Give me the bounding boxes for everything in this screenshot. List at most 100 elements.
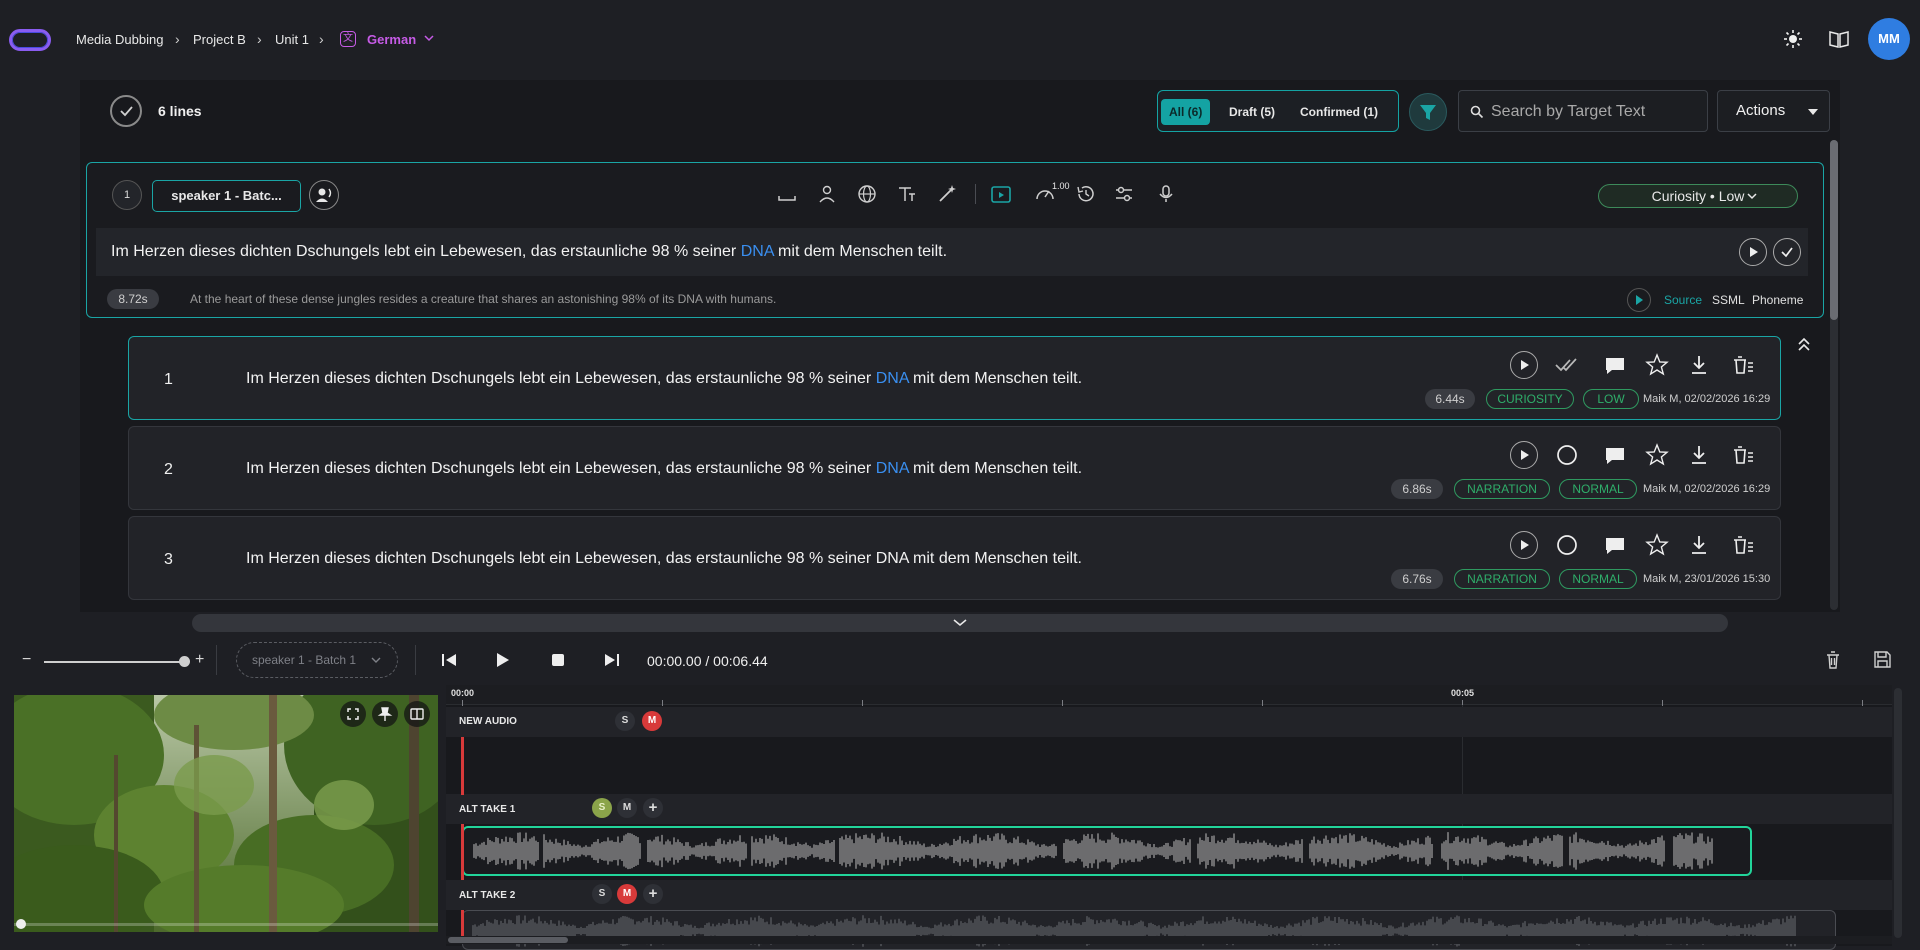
- select-all-checkbox[interactable]: [110, 95, 142, 127]
- book-icon[interactable]: [1829, 30, 1849, 48]
- double-check-icon[interactable]: [1553, 351, 1581, 379]
- track-speaker-select[interactable]: speaker 1 - Batch 1: [236, 642, 398, 678]
- voice-settings-button[interactable]: [309, 180, 339, 210]
- speaker-swap-icon[interactable]: [816, 183, 838, 205]
- play-icon[interactable]: [496, 652, 510, 668]
- stop-icon[interactable]: [551, 653, 565, 667]
- take-play-button[interactable]: [1510, 441, 1538, 469]
- chevron-down-icon: [371, 657, 381, 663]
- lines-scrollbar[interactable]: [1830, 140, 1838, 610]
- emotion-tag: NARRATION: [1454, 569, 1550, 589]
- trash-icon[interactable]: [1825, 651, 1841, 669]
- mode-tab-phoneme[interactable]: Phoneme: [1752, 293, 1803, 307]
- user-avatar[interactable]: MM: [1868, 18, 1910, 60]
- filter-all-tab[interactable]: All (6): [1161, 99, 1211, 125]
- chevron-down-icon[interactable]: [953, 619, 967, 627]
- track-mute-button[interactable]: M: [617, 884, 637, 904]
- mode-tab-ssml[interactable]: SSML: [1712, 293, 1745, 307]
- comment-icon[interactable]: [1601, 531, 1629, 559]
- editor-confirm-button[interactable]: [1773, 238, 1801, 266]
- take-play-button[interactable]: [1510, 351, 1538, 379]
- comment-icon[interactable]: [1601, 441, 1629, 469]
- video-progress-handle[interactable]: [16, 919, 26, 929]
- scrollbar-thumb[interactable]: [448, 937, 568, 943]
- source-play-button[interactable]: [1627, 288, 1651, 312]
- zoom-in-icon[interactable]: +: [195, 651, 204, 669]
- sliders-icon[interactable]: [1113, 183, 1135, 205]
- track-solo-button[interactable]: S: [615, 711, 635, 731]
- audio-clip-alt-take-1[interactable]: [462, 826, 1752, 876]
- target-text-editor[interactable]: Im Herzen dieses dichten Dschungels lebt…: [96, 228, 1808, 276]
- timeline-vscroll[interactable]: [1894, 688, 1902, 938]
- mode-tab-source[interactable]: Source: [1664, 293, 1702, 307]
- delete-icon[interactable]: [1729, 351, 1757, 379]
- star-icon[interactable]: [1643, 441, 1671, 469]
- microphone-icon[interactable]: [1155, 183, 1177, 205]
- breadcrumb-unit[interactable]: Unit 1: [275, 32, 309, 47]
- playhead[interactable]: [461, 737, 464, 795]
- history-icon[interactable]: [1075, 183, 1097, 205]
- language-selector[interactable]: German: [367, 32, 416, 47]
- filter-draft-tab[interactable]: Draft (5): [1221, 99, 1283, 125]
- zoom-out-icon[interactable]: −: [22, 651, 31, 669]
- text-format-icon[interactable]: [896, 183, 918, 205]
- download-icon[interactable]: [1685, 441, 1713, 469]
- pin-button[interactable]: [372, 701, 398, 727]
- add-take-button[interactable]: +: [643, 884, 663, 904]
- actions-dropdown[interactable]: Actions: [1717, 90, 1830, 132]
- star-icon[interactable]: [1643, 351, 1671, 379]
- filter-button[interactable]: [1409, 93, 1447, 131]
- video-progress-track[interactable]: [14, 923, 438, 926]
- editor-play-button[interactable]: [1739, 238, 1767, 266]
- search-icon: [1470, 105, 1484, 119]
- add-take-button[interactable]: +: [643, 798, 663, 818]
- take-play-button[interactable]: [1510, 531, 1538, 559]
- circle-icon[interactable]: [1553, 531, 1581, 559]
- fullscreen-button[interactable]: [340, 701, 366, 727]
- chevron-down-icon[interactable]: [424, 35, 434, 43]
- track-mute-button[interactable]: M: [642, 711, 662, 731]
- download-icon[interactable]: [1685, 531, 1713, 559]
- status-filter-group: All (6) Draft (5) Confirmed (1): [1157, 90, 1399, 132]
- filter-confirmed-tab[interactable]: Confirmed (1): [1292, 99, 1386, 125]
- circle-icon[interactable]: [1553, 441, 1581, 469]
- waveform: [472, 915, 1796, 947]
- emotion-selector[interactable]: Curiosity • Low: [1598, 184, 1798, 208]
- track-mute-button[interactable]: M: [617, 798, 637, 818]
- search-input[interactable]: [1491, 101, 1701, 123]
- download-icon[interactable]: [1685, 351, 1713, 379]
- breadcrumb-media-dubbing[interactable]: Media Dubbing: [76, 32, 163, 47]
- scrollbar-thumb[interactable]: [1830, 140, 1838, 320]
- chevron-down-icon: [1747, 193, 1757, 200]
- take-row[interactable]: 2 Im Herzen dieses dichten Dschungels le…: [128, 426, 1781, 510]
- save-icon[interactable]: [1874, 651, 1891, 668]
- comment-icon[interactable]: [1601, 351, 1629, 379]
- sun-icon[interactable]: [1784, 30, 1802, 48]
- track-solo-button[interactable]: S: [592, 798, 612, 818]
- subtitles-button[interactable]: [404, 701, 430, 727]
- take-row[interactable]: 1 Im Herzen dieses dichten Dschungels le…: [128, 336, 1781, 420]
- take-row[interactable]: 3 Im Herzen dieses dichten Dschungels le…: [128, 516, 1781, 600]
- delete-icon[interactable]: [1729, 441, 1757, 469]
- magic-wand-icon[interactable]: [936, 183, 958, 205]
- track-solo-button[interactable]: S: [592, 884, 612, 904]
- breadcrumb-project[interactable]: Project B: [193, 32, 246, 47]
- highlighted-term[interactable]: DNA: [741, 243, 774, 260]
- timecode: 00:00.00 / 00:06.44: [647, 653, 768, 669]
- app-logo[interactable]: [9, 29, 51, 51]
- delete-icon[interactable]: [1729, 531, 1757, 559]
- skip-back-icon[interactable]: [441, 653, 457, 667]
- zoom-slider-track[interactable]: [44, 661, 186, 663]
- audio-clip-alt-take-2[interactable]: [462, 910, 1836, 950]
- video-sync-icon[interactable]: [990, 183, 1012, 205]
- globe-icon[interactable]: [856, 183, 878, 205]
- timeline-scrollbar[interactable]: [446, 936, 1892, 944]
- speaker-selector[interactable]: speaker 1 - Batc...: [152, 180, 301, 212]
- collapse-up-icon[interactable]: [1797, 336, 1811, 352]
- video-preview[interactable]: [14, 695, 438, 932]
- skip-forward-icon[interactable]: [604, 653, 620, 667]
- space-icon[interactable]: [776, 183, 798, 205]
- star-icon[interactable]: [1643, 531, 1671, 559]
- zoom-slider-handle[interactable]: [179, 656, 190, 667]
- play-icon: [1521, 360, 1529, 370]
